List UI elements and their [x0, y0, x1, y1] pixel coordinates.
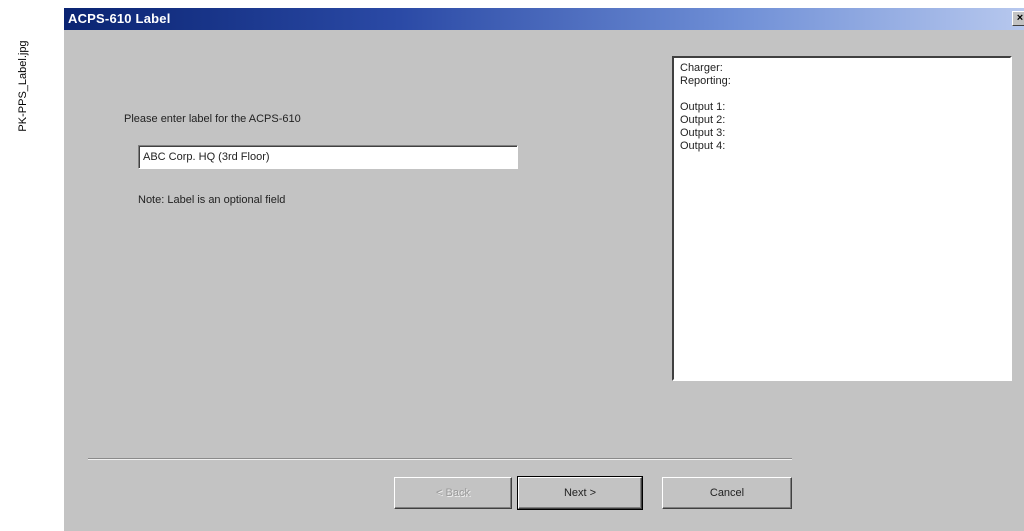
button-separator — [88, 458, 792, 460]
title-bar[interactable]: ACPS-610 Label × — [64, 8, 1024, 30]
file-caption: PK-PPS_Label.jpg — [17, 40, 29, 132]
next-button[interactable]: Next > — [517, 476, 643, 510]
back-button[interactable]: < Back — [394, 477, 512, 509]
label-prompt: Please enter label for the ACPS-610 — [124, 113, 301, 125]
summary-spacer — [680, 88, 1004, 101]
window-title: ACPS-610 Label — [68, 11, 171, 26]
summary-output-4: Output 4: — [680, 140, 726, 152]
close-icon[interactable]: × — [1012, 11, 1024, 26]
summary-panel: Charger: Reporting: Output 1: Output 2: … — [672, 56, 1012, 381]
optional-note: Note: Label is an optional field — [138, 194, 286, 206]
summary-output-1: Output 1: — [680, 101, 726, 113]
label-input[interactable] — [138, 145, 518, 169]
summary-output-3: Output 3: — [680, 127, 726, 139]
dialog-window: ACPS-610 Label × Please enter label for … — [64, 8, 1024, 531]
summary-output-2: Output 2: — [680, 114, 726, 126]
cancel-button[interactable]: Cancel — [662, 477, 792, 509]
summary-reporting: Reporting: — [680, 75, 731, 87]
summary-charger: Charger: — [680, 62, 723, 74]
